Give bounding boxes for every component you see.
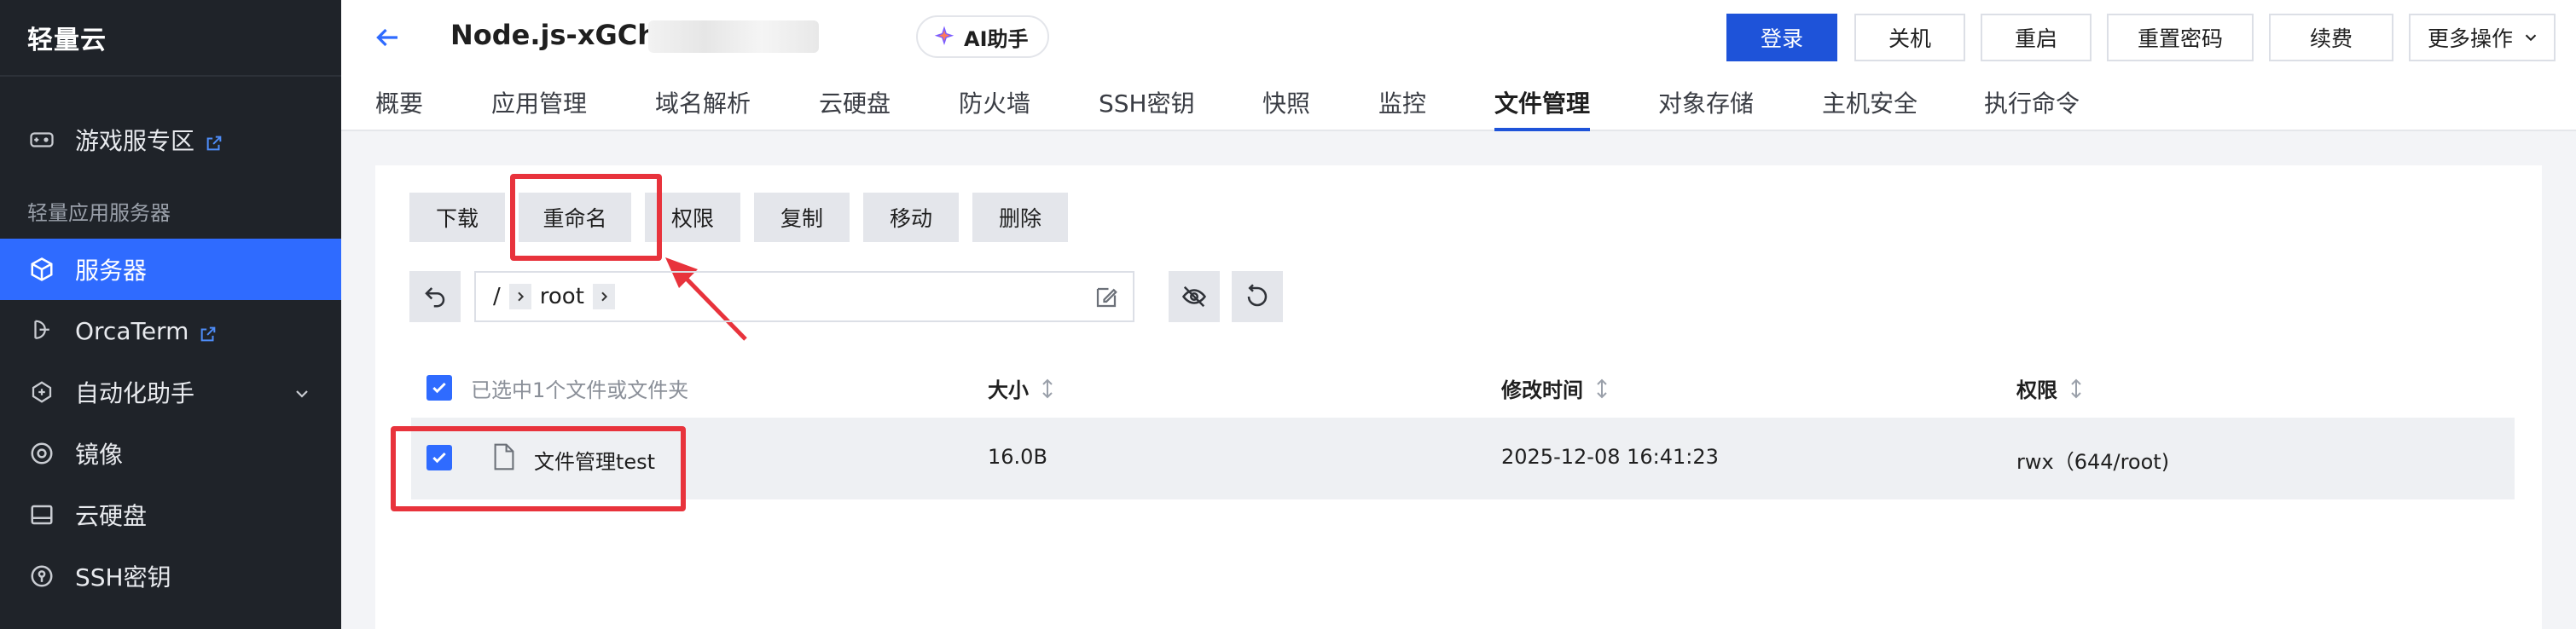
move-button[interactable]: 移动 [863, 193, 959, 242]
sidebar-item-orcaterm[interactable]: OrcaTerm [0, 300, 341, 361]
check-icon [432, 452, 446, 464]
permissions-button[interactable]: 权限 [645, 193, 740, 242]
sidebar-item-label: 云硬盘 [75, 502, 148, 530]
sidebar-item-servers[interactable]: 服务器 [0, 239, 341, 300]
tab-app-management[interactable]: 应用管理 [491, 85, 587, 131]
copy-button[interactable]: 复制 [754, 193, 850, 242]
tab-ssh-keys[interactable]: SSH密钥 [1099, 85, 1195, 131]
tab-file-management[interactable]: 文件管理 [1494, 85, 1591, 131]
tab-run-command[interactable]: 执行命令 [1984, 85, 2080, 131]
column-header-permissions[interactable]: 权限 [2016, 373, 2085, 403]
chevron-down-icon [2525, 34, 2537, 42]
sidebar-item-label: OrcaTerm [75, 316, 189, 345]
file-icon [493, 443, 517, 470]
automation-icon [27, 378, 56, 407]
tab-firewall[interactable]: 防火墙 [959, 85, 1030, 131]
column-header-modified[interactable]: 修改时间 [1501, 373, 1610, 403]
login-button[interactable]: 登录 [1726, 14, 1837, 61]
row-checkbox[interactable] [426, 445, 452, 470]
header: Node.js-xGCh AI助手 登录 关机 重启 重置密码 续费 更多操作 … [341, 0, 2576, 131]
path-breadcrumb[interactable]: / root [474, 271, 1134, 322]
tab-snapshots[interactable]: 快照 [1262, 85, 1310, 131]
image-disc-icon [27, 439, 56, 468]
ai-button-label: AI助手 [964, 26, 1029, 51]
more-actions-dropdown[interactable]: 更多操作 [2409, 14, 2556, 61]
refresh-icon [1247, 284, 1268, 307]
sort-icon [2071, 378, 2081, 398]
file-modified-time: 2025-12-08 16:41:23 [1501, 445, 1719, 469]
column-header-label: 权限 [2016, 378, 2057, 402]
refresh-button[interactable] [1232, 271, 1283, 322]
select-all-checkbox[interactable] [426, 375, 452, 401]
file-manager-panel: 下载 重命名 权限 复制 移动 删除 / root 已选中1个文件或文件夹 大小… [375, 165, 2542, 629]
masked-ip-address [648, 20, 819, 53]
tab-overview[interactable]: 概要 [375, 85, 423, 131]
sort-icon [1597, 378, 1607, 398]
chevron-right-icon[interactable] [592, 284, 615, 309]
undo-arrow-icon [425, 287, 445, 308]
disk-icon [27, 500, 56, 529]
sidebar-item-cloud-disk[interactable]: 云硬盘 [0, 484, 341, 545]
renew-button[interactable]: 续费 [2269, 14, 2393, 61]
tab-host-security[interactable]: 主机安全 [1822, 85, 1917, 131]
download-button[interactable]: 下载 [409, 193, 505, 242]
table-row[interactable]: 文件管理test 16.0B 2025-12-08 16:41:23 rwx（6… [411, 418, 2515, 499]
sidebar-item-label: SSH密钥 [75, 563, 171, 591]
ai-sparkle-icon [934, 26, 954, 45]
path-root[interactable]: / [493, 284, 501, 309]
sidebar-item-images[interactable]: 镜像 [0, 423, 341, 484]
column-header-size[interactable]: 大小 [988, 373, 1056, 403]
file-name[interactable]: 文件管理test [534, 445, 655, 475]
delete-button[interactable]: 删除 [972, 193, 1068, 242]
external-link-icon [199, 321, 218, 342]
tab-monitoring[interactable]: 监控 [1378, 85, 1426, 131]
back-arrow-icon[interactable] [372, 22, 403, 53]
tab-dns[interactable]: 域名解析 [655, 85, 751, 131]
column-header-label: 大小 [988, 378, 1029, 402]
selection-count-text: 已选中1个文件或文件夹 [471, 378, 689, 402]
orca-icon [27, 316, 56, 345]
more-actions-label: 更多操作 [2428, 26, 2514, 51]
file-size: 16.0B [988, 445, 1047, 469]
reset-password-button[interactable]: 重置密码 [2107, 14, 2254, 61]
sort-icon [1042, 378, 1053, 398]
rename-button[interactable]: 重命名 [519, 193, 631, 242]
ai-assistant-button[interactable]: AI助手 [916, 15, 1049, 58]
path-segment[interactable]: root [540, 284, 584, 309]
sidebar-group-label: 轻量应用服务器 [27, 201, 171, 225]
page-title: Node.js-xGCh [450, 19, 657, 51]
gamepad-icon [27, 125, 56, 154]
shutdown-button[interactable]: 关机 [1854, 14, 1965, 61]
sidebar-divider [0, 75, 341, 77]
tab-object-storage[interactable]: 对象存储 [1658, 85, 1754, 131]
column-header-label: 修改时间 [1501, 378, 1583, 402]
sidebar-item-automation[interactable]: 自动化助手 [0, 361, 341, 423]
chevron-right-icon[interactable] [508, 284, 531, 309]
check-icon [432, 382, 446, 394]
sidebar-item-label: 游戏服专区 [75, 127, 195, 155]
chevron-down-icon[interactable] [292, 382, 312, 402]
sidebar-item-ssh-keys[interactable]: SSH密钥 [0, 545, 341, 607]
sidebar: 轻量云 游戏服专区 轻量应用服务器 服务器 OrcaTerm 自动化助手 镜像 … [0, 0, 341, 629]
brand-logo: 轻量云 [27, 26, 107, 55]
edit-path-icon[interactable] [1094, 285, 1119, 310]
external-link-icon [205, 130, 223, 151]
eye-off-icon [1181, 286, 1207, 308]
key-icon [27, 562, 56, 591]
sidebar-item-label: 服务器 [75, 257, 148, 285]
back-directory-button[interactable] [409, 271, 461, 322]
restart-button[interactable]: 重启 [1981, 14, 2092, 61]
cube-icon [27, 255, 56, 284]
table-header: 已选中1个文件或文件夹 大小 修改时间 权限 [411, 363, 2515, 411]
sidebar-item-game-server[interactable]: 游戏服专区 [0, 109, 341, 170]
sidebar-item-label: 自动化助手 [75, 379, 195, 407]
toggle-hidden-files-button[interactable] [1169, 271, 1220, 322]
tab-cloud-disk[interactable]: 云硬盘 [819, 85, 891, 131]
sidebar-item-label: 镜像 [75, 441, 124, 469]
main-area: Node.js-xGCh AI助手 登录 关机 重启 重置密码 续费 更多操作 … [341, 0, 2576, 629]
file-permissions: rwx（644/root) [2016, 450, 2170, 474]
